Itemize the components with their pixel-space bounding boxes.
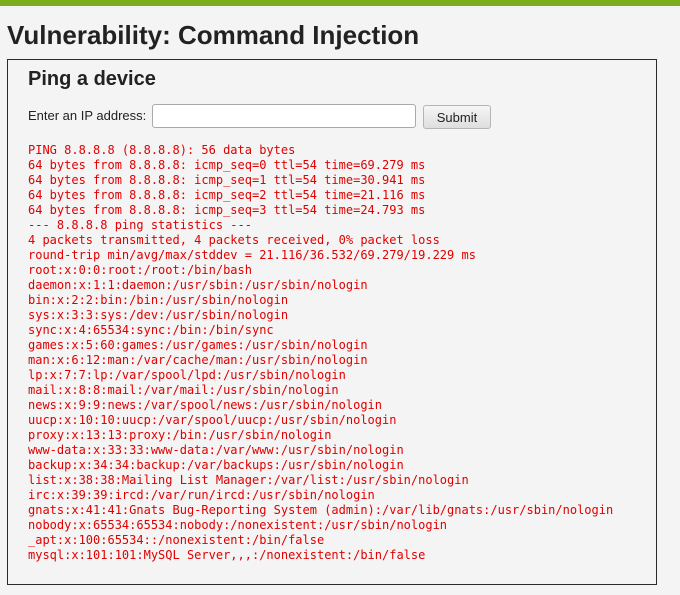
output-line: --- 8.8.8.8 ping statistics --- bbox=[28, 218, 252, 232]
output-line: mysql:x:101:101:MySQL Server,,,:/nonexis… bbox=[28, 548, 426, 562]
ping-panel: Ping a device Enter an IP address: Submi… bbox=[7, 59, 657, 585]
output-line: backup:x:34:34:backup:/var/backups:/usr/… bbox=[28, 458, 404, 472]
output-line: daemon:x:1:1:daemon:/usr/sbin:/usr/sbin/… bbox=[28, 278, 368, 292]
output-line: 64 bytes from 8.8.8.8: icmp_seq=1 ttl=54… bbox=[28, 173, 426, 187]
output-line: PING 8.8.8.8 (8.8.8.8): 56 data bytes bbox=[28, 143, 296, 157]
output-line: list:x:38:38:Mailing List Manager:/var/l… bbox=[28, 473, 469, 487]
output-line: round-trip min/avg/max/stddev = 21.116/3… bbox=[28, 248, 476, 262]
output-line: news:x:9:9:news:/var/spool/news:/usr/sbi… bbox=[28, 398, 383, 412]
page-title: Vulnerability: Command Injection bbox=[7, 20, 420, 50]
output-line: 4 packets transmitted, 4 packets receive… bbox=[28, 233, 440, 247]
output-line: games:x:5:60:games:/usr/games:/usr/sbin/… bbox=[28, 338, 368, 352]
output-line: www-data:x:33:33:www-data:/var/www:/usr/… bbox=[28, 443, 404, 457]
submit-button[interactable]: Submit bbox=[423, 105, 491, 129]
output-line: man:x:6:12:man:/var/cache/man:/usr/sbin/… bbox=[28, 353, 368, 367]
output-line: 64 bytes from 8.8.8.8: icmp_seq=0 ttl=54… bbox=[28, 158, 426, 172]
output-line: uucp:x:10:10:uucp:/var/spool/uucp:/usr/s… bbox=[28, 413, 397, 427]
output-line: lp:x:7:7:lp:/var/spool/lpd:/usr/sbin/nol… bbox=[28, 368, 346, 382]
output-line: proxy:x:13:13:proxy:/bin:/usr/sbin/nolog… bbox=[28, 428, 332, 442]
output-line: sys:x:3:3:sys:/dev:/usr/sbin/nologin bbox=[28, 308, 289, 322]
ip-address-input[interactable] bbox=[152, 104, 416, 128]
ip-address-label: Enter an IP address: bbox=[28, 108, 147, 123]
output-line: mail:x:8:8:mail:/var/mail:/usr/sbin/nolo… bbox=[28, 383, 339, 397]
command-output: PING 8.8.8.8 (8.8.8.8): 56 data bytes 64 … bbox=[28, 143, 613, 563]
panel-title: Ping a device bbox=[28, 68, 156, 90]
output-line: root:x:0:0:root:/root:/bin/bash bbox=[28, 263, 252, 277]
output-line: sync:x:4:65534:sync:/bin:/bin/sync bbox=[28, 323, 274, 337]
output-line: gnats:x:41:41:Gnats Bug-Reporting System… bbox=[28, 503, 614, 517]
top-accent-bar bbox=[0, 0, 680, 6]
output-line: nobody:x:65534:65534:nobody:/nonexistent… bbox=[28, 518, 448, 532]
output-line: 64 bytes from 8.8.8.8: icmp_seq=2 ttl=54… bbox=[28, 188, 426, 202]
output-line: irc:x:39:39:ircd:/var/run/ircd:/usr/sbin… bbox=[28, 488, 375, 502]
output-line: 64 bytes from 8.8.8.8: icmp_seq=3 ttl=54… bbox=[28, 203, 426, 217]
output-line: _apt:x:100:65534::/nonexistent:/bin/fals… bbox=[28, 533, 325, 547]
output-line: bin:x:2:2:bin:/bin:/usr/sbin/nologin bbox=[28, 293, 289, 307]
